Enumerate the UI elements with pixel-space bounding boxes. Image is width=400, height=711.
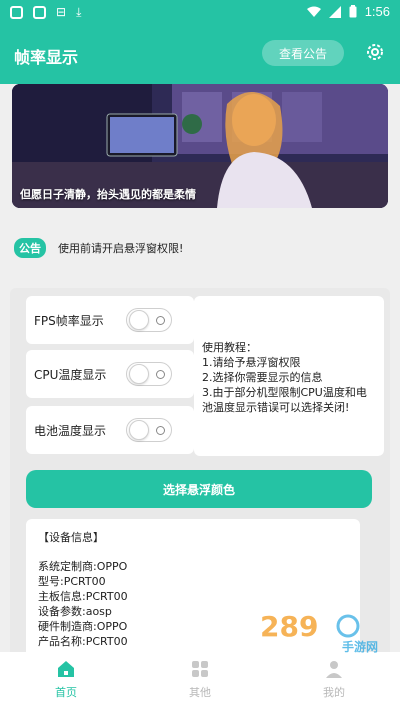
cpu-toggle-switch[interactable] [126, 362, 172, 386]
battery-toggle-switch[interactable] [126, 418, 172, 442]
status-bar: ⊟ ⤓ 1:56 [0, 0, 400, 26]
device-info-list: 系统定制商:OPPO 型号:PCRT00 主板信息:PCRT00 设备参数:ao… [38, 559, 128, 649]
switch-knob [129, 364, 149, 384]
app-notification-icon [10, 5, 23, 19]
home-icon [58, 661, 74, 677]
signal-icon [328, 5, 341, 18]
notice-row: 公告 使用前请开启悬浮窗权限! [14, 238, 386, 258]
nav-other-label: 其他 [189, 686, 211, 699]
notice-text: 使用前请开启悬浮窗权限! [58, 242, 184, 255]
fps-toggle-label: FPS帧率显示 [34, 313, 104, 328]
nav-mine[interactable]: 我的 [299, 656, 369, 706]
fps-toggle-switch[interactable] [126, 308, 172, 332]
switch-knob [129, 310, 149, 330]
device-info-line: 设备参数:aosp [38, 605, 112, 618]
switch-off-indicator [156, 316, 165, 325]
nav-home-label: 首页 [55, 686, 77, 699]
nav-other[interactable]: 其他 [165, 656, 235, 706]
device-info-line: 型号:PCRT00 [38, 575, 106, 588]
device-info-title: 【设备信息】 [38, 531, 104, 544]
tutorial-line: 1.请给予悬浮窗权限 [202, 356, 301, 369]
device-info-line: 产品名称:PCRT00 [38, 635, 128, 648]
battery-icon [349, 5, 357, 18]
tutorial-line: 使用教程： [202, 341, 257, 354]
clock: 1:56 [364, 4, 390, 19]
wifi-icon [306, 6, 321, 17]
bottom-navigation: 首页 其他 我的 [0, 652, 400, 711]
cpu-toggle-row: CPU温度显示 [26, 350, 194, 398]
cpu-toggle-label: CPU温度显示 [34, 367, 107, 382]
tutorial-line: 2.选择你需要显示的信息 [202, 371, 323, 384]
view-notice-button[interactable]: 查看公告 [262, 40, 344, 66]
banner-caption: 但愿日子清静，抬头遇见的都是柔情 [20, 188, 196, 201]
battery-toggle-label: 电池温度显示 [34, 423, 107, 438]
device-info-line: 系统定制商:OPPO [38, 560, 128, 573]
fps-toggle-row: FPS帧率显示 [26, 296, 194, 344]
settings-icon[interactable] [366, 43, 384, 61]
profile-icon [326, 661, 342, 678]
tutorial-text: 使用教程： 1.请给予悬浮窗权限 2.选择你需要显示的信息 3.由于部分机型限制… [202, 340, 382, 415]
grid-icon [192, 661, 208, 677]
device-info-line: 主板信息:PCRT00 [38, 590, 128, 603]
banner-image[interactable]: 但愿日子清静，抬头遇见的都是柔情 [12, 84, 388, 208]
download-icon: ⤓ [76, 5, 82, 19]
svg-text:289: 289 [260, 610, 318, 643]
switch-knob [129, 420, 149, 440]
nav-home[interactable]: 首页 [31, 656, 101, 706]
switch-off-indicator [156, 426, 165, 435]
tutorial-card: 使用教程： 1.请给予悬浮窗权限 2.选择你需要显示的信息 3.由于部分机型限制… [194, 296, 384, 456]
site-watermark-logo: 289 手游网 [260, 610, 378, 654]
choose-color-button[interactable]: 选择悬浮颜色 [26, 470, 372, 508]
sim-icon: ⊟ [56, 5, 67, 19]
watermark-text: 手游网 [342, 639, 378, 654]
nav-mine-label: 我的 [323, 686, 345, 699]
app-notification-icon-2 [33, 5, 46, 19]
tutorial-line: 池温度显示错误可以选择关闭! [202, 401, 350, 414]
device-info-line: 硬件制造商:OPPO [38, 620, 128, 633]
tutorial-line: 3.由于部分机型限制CPU温度和电 [202, 386, 367, 399]
switch-off-indicator [156, 370, 165, 379]
notice-tag: 公告 [14, 238, 46, 258]
page-title: 帧率显示 [14, 48, 79, 67]
battery-toggle-row: 电池温度显示 [26, 406, 194, 454]
